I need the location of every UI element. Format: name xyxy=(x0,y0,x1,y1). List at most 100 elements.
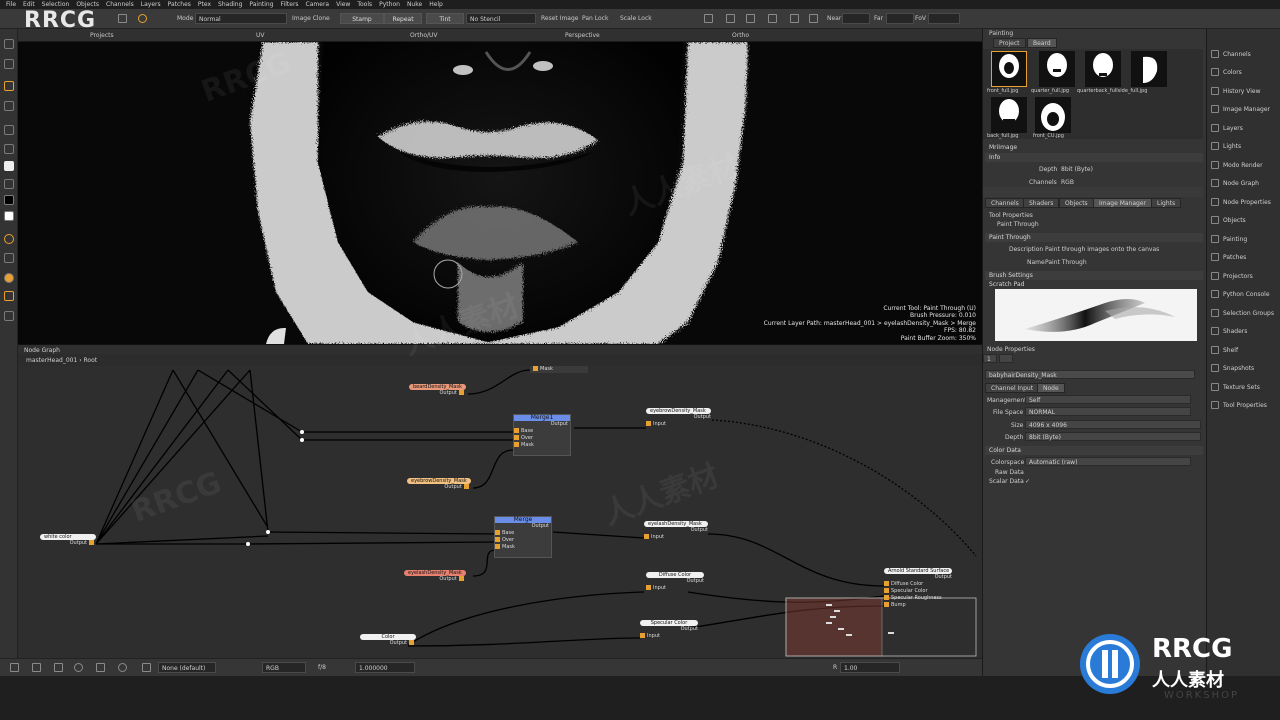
rotate-icon[interactable] xyxy=(74,663,83,672)
move-tool-icon[interactable] xyxy=(4,59,14,69)
tab-uv[interactable]: UV xyxy=(256,32,265,39)
depth-dropdown[interactable]: 8bit (Byte) xyxy=(1025,432,1201,441)
node-color[interactable]: Color Output xyxy=(360,634,416,647)
scratch-pad-section[interactable]: Scratch Pad xyxy=(985,280,1203,289)
sidebar-item-selection-groups[interactable]: Selection Groups xyxy=(1207,304,1280,322)
scalar-data-checkbox[interactable]: ✓ xyxy=(1025,478,1030,485)
tab-ortho[interactable]: Ortho xyxy=(732,32,749,39)
sidebar-item-node-graph[interactable]: Node Graph xyxy=(1207,174,1280,192)
paint-viewport[interactable]: Current Tool: Paint Through (U) Brush Pr… xyxy=(18,42,982,344)
menu-file[interactable]: File xyxy=(6,1,16,8)
layer-preset-dropdown[interactable]: None (default) xyxy=(158,662,216,673)
sidebar-item-tool-properties[interactable]: Tool Properties xyxy=(1207,396,1280,414)
node-merge1[interactable]: Merge1 Output Base Over Mask xyxy=(513,414,571,456)
swap-colors-icon[interactable] xyxy=(4,179,14,189)
node-white-color[interactable]: white color Output xyxy=(40,534,96,547)
menu-camera[interactable]: Camera xyxy=(306,1,330,8)
tab-objects[interactable]: Objects xyxy=(1059,198,1094,208)
image-clone-label[interactable]: Image Clone xyxy=(292,15,330,22)
menu-ptex[interactable]: Ptex xyxy=(198,1,211,8)
sidebar-item-python-console[interactable]: Python Console xyxy=(1207,285,1280,303)
node-merge2[interactable]: Merge Output Base Over Mask xyxy=(494,516,552,558)
select-tool-icon[interactable] xyxy=(4,39,14,49)
sidebar-item-shelf[interactable]: Shelf xyxy=(1207,341,1280,359)
tab-perspective[interactable]: Perspective xyxy=(565,32,600,39)
color-picker-icon[interactable] xyxy=(4,273,14,283)
exposure-field[interactable]: 1.000000 xyxy=(355,662,415,673)
undo-icon[interactable] xyxy=(10,663,19,672)
node-diffuse-color[interactable]: Diffuse Color Output Input xyxy=(646,572,704,592)
menu-edit[interactable]: Edit xyxy=(23,1,35,8)
menu-channels[interactable]: Channels xyxy=(106,1,134,8)
node-mask-top[interactable]: Mask xyxy=(530,366,588,373)
sidebar-item-node-properties[interactable]: Node Properties xyxy=(1207,193,1280,211)
shade-icon[interactable] xyxy=(768,14,777,23)
sidebar-item-shaders[interactable]: Shaders xyxy=(1207,322,1280,340)
layer-tool-icon[interactable] xyxy=(4,101,14,111)
menu-python[interactable]: Python xyxy=(379,1,400,8)
brush-size-icon[interactable] xyxy=(4,234,14,244)
color-wheel-icon[interactable] xyxy=(142,663,151,672)
tab-ortho-uv[interactable]: Ortho/UV xyxy=(410,32,438,39)
arrow-down-icon[interactable] xyxy=(54,663,63,672)
node-count-field[interactable]: 1 xyxy=(983,354,997,363)
tab-channel-input[interactable]: Channel Input xyxy=(985,383,1040,393)
far-field[interactable] xyxy=(886,13,914,24)
tint-button[interactable]: Tint xyxy=(426,13,464,24)
scratch-pad-canvas[interactable] xyxy=(995,289,1197,341)
tab-project[interactable]: Project xyxy=(993,38,1026,48)
sidebar-item-snapshots[interactable]: Snapshots xyxy=(1207,359,1280,377)
sidebar-item-layers[interactable]: Layers xyxy=(1207,119,1280,137)
menu-patches[interactable]: Patches xyxy=(168,1,191,8)
stamp-tool-icon[interactable] xyxy=(4,291,14,301)
thumb-back-full[interactable] xyxy=(991,97,1027,133)
tab-node[interactable]: Node xyxy=(1037,383,1065,393)
menu-help[interactable]: Help xyxy=(429,1,443,8)
thumb-front-cu[interactable] xyxy=(1035,97,1071,133)
menu-selection[interactable]: Selection xyxy=(42,1,70,8)
background-swatch-icon[interactable] xyxy=(4,195,14,205)
frame-icon[interactable] xyxy=(726,14,735,23)
light-icon[interactable] xyxy=(790,14,799,23)
repeat-button[interactable]: Repeat xyxy=(384,13,422,24)
transform-icon[interactable] xyxy=(96,663,105,672)
node-eyelash-density-out[interactable]: eyelashDensity_Mask Output Input xyxy=(644,521,708,541)
menu-nuke[interactable]: Nuke xyxy=(407,1,422,8)
node-beard-density-mask[interactable]: beardDensity_Mask Output xyxy=(409,384,466,397)
crop-tool-icon[interactable] xyxy=(4,125,14,135)
sidebar-item-painting[interactable]: Painting xyxy=(1207,230,1280,248)
sidebar-item-history-view[interactable]: History View xyxy=(1207,82,1280,100)
node-eyebrow-density-out[interactable]: eyebrowDensity_Mask Output Input xyxy=(646,408,711,428)
thumb-quarterback[interactable] xyxy=(1085,51,1121,87)
file-space-dropdown[interactable]: NORMAL xyxy=(1025,407,1191,416)
menu-view[interactable]: View xyxy=(336,1,350,8)
breadcrumb-path[interactable]: masterHead_001 › Root xyxy=(26,357,97,364)
node-eyebrow-density-in[interactable]: eyebrowDensity_Mask Output xyxy=(407,478,471,491)
foreground-swatch-icon[interactable] xyxy=(4,161,14,171)
menu-filters[interactable]: Filters xyxy=(281,1,299,8)
tab-shaders[interactable]: Shaders xyxy=(1023,198,1060,208)
menu-layers[interactable]: Layers xyxy=(141,1,161,8)
menu-tools[interactable]: Tools xyxy=(357,1,372,8)
channels-dropdown[interactable]: RGB xyxy=(262,662,306,673)
menu-objects[interactable]: Objects xyxy=(76,1,99,8)
node-eyelash-density-in[interactable]: eyelashDensity_Mask Output xyxy=(404,570,466,583)
menu-shading[interactable]: Shading xyxy=(218,1,242,8)
thumb-front-full[interactable] xyxy=(991,51,1027,87)
colorspace-dropdown[interactable]: Automatic (raw) xyxy=(1025,457,1191,466)
sidebar-item-projectors[interactable]: Projectors xyxy=(1207,267,1280,285)
white-swatch-icon[interactable] xyxy=(4,211,14,221)
camera-icon[interactable] xyxy=(809,14,818,23)
size-dropdown[interactable]: 4096 x 4096 xyxy=(1025,420,1201,429)
sidebar-item-modo-render[interactable]: Modo Render xyxy=(1207,156,1280,174)
eraser-icon[interactable] xyxy=(4,253,14,263)
scale-lock-toggle[interactable]: Scale Lock xyxy=(620,15,652,22)
node-name-field[interactable]: babyhairDensity_Mask xyxy=(985,370,1195,379)
tab-projects[interactable]: Projects xyxy=(90,32,114,39)
node-arnold-standard-surface[interactable]: Arnold Standard Surface Output Diffuse C… xyxy=(884,568,952,609)
mriimage-section[interactable]: MriImage xyxy=(985,143,1203,152)
management-dropdown[interactable]: Self xyxy=(1025,395,1191,404)
paint-through-icon[interactable] xyxy=(138,14,147,23)
sidebar-item-objects[interactable]: Objects xyxy=(1207,211,1280,229)
smudge-tool-icon[interactable] xyxy=(4,311,14,321)
